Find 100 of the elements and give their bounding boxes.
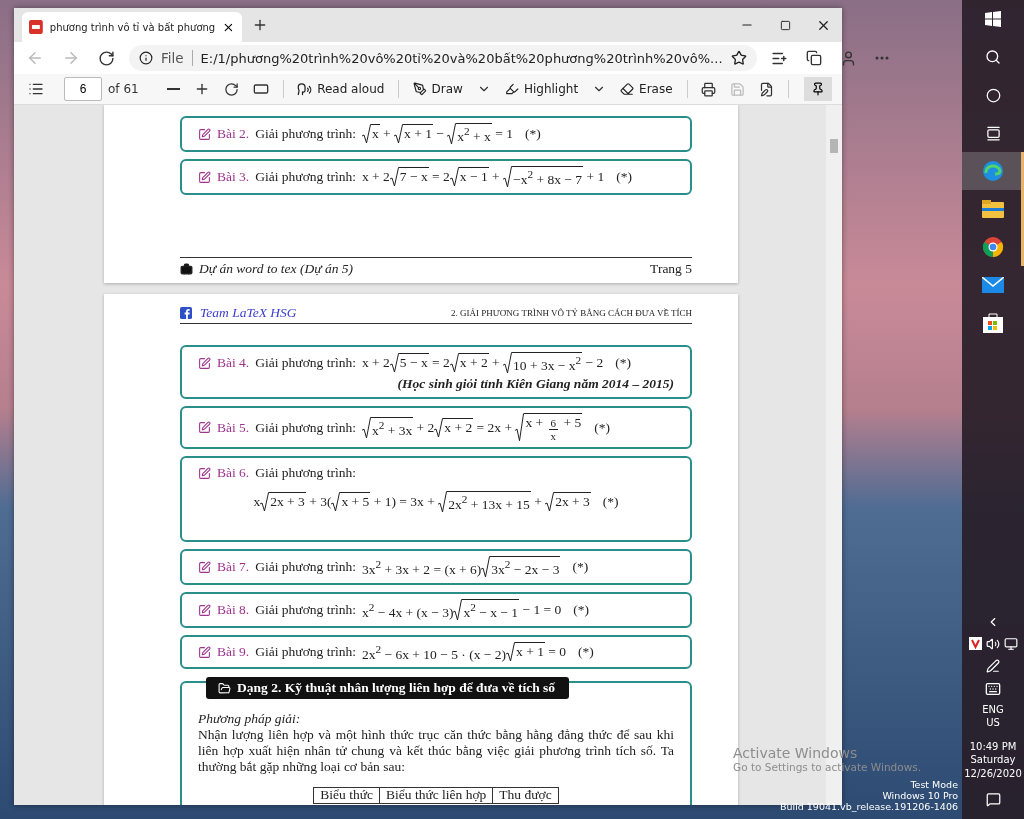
math-text: + [491, 355, 501, 372]
facebook-icon [180, 307, 192, 320]
minus-icon [166, 88, 180, 90]
math-text: + 1 [585, 169, 605, 186]
math-text: − [435, 126, 445, 142]
problem-label: Bài 6. [217, 465, 250, 482]
math-text: 10 + 3x − x$^{2}$ [512, 352, 583, 375]
scrollbar-thumb[interactable] [830, 139, 838, 153]
chapter-title: 2. GIẢI PHƯƠNG TRÌNH VÔ TỶ BẰNG CÁCH ĐƯA VỀ TÍCH [451, 308, 692, 319]
refresh-icon [98, 49, 115, 67]
math-text: = 0 [547, 644, 567, 661]
table-header: Biểu thức liên hợp [379, 787, 493, 804]
fraction: 6 x [548, 417, 559, 443]
read-aloud-button[interactable]: Read aloud [293, 77, 389, 101]
save-as-icon [758, 81, 774, 97]
page-number-field[interactable]: 6 [64, 77, 102, 101]
math-text: x$^{2}$ + x [456, 123, 492, 146]
math-text: 7 − x [398, 167, 429, 188]
keyboard-icon [985, 680, 1001, 697]
radical-sign [331, 492, 341, 513]
windows-logo-icon [985, 11, 1001, 27]
volume-icon[interactable] [985, 636, 1000, 651]
math-text: 2x$^{2}$ − 6x + 10 − 5 · (x − 2) [361, 642, 507, 663]
section-title: Dạng 2. Kỹ thuật nhân lượng liên hợp để đưa về tích số [206, 677, 570, 700]
math-text: 3x$^{2}$ − 2x − 3 [490, 556, 561, 579]
pencil-icon [198, 421, 211, 435]
star-icon[interactable] [730, 50, 747, 66]
problem-lead: Giải phương trình: [255, 169, 356, 186]
rotate-icon [223, 81, 239, 97]
math-text: 2x + 3 [269, 492, 306, 513]
math-text: 5 − x [398, 353, 429, 374]
page-number: Trang 5 [650, 261, 692, 278]
problem-lead: Giải phương trình: [255, 465, 356, 482]
problem-lead: Giải phương trình: [255, 126, 356, 142]
radical-sign [434, 417, 444, 438]
problem-source: (Học sinh giỏi tỉnh Kiên Giang năm 2014 – 2015) [396, 376, 674, 393]
radical-sign [449, 353, 459, 374]
store-bag-icon [983, 313, 1003, 333]
problem-lead: Giải phương trình: [255, 644, 356, 661]
radical-sign [361, 416, 371, 439]
test-mode-text: Test Mode [910, 779, 958, 790]
math-text: + [382, 126, 392, 142]
plus-icon [252, 17, 268, 33]
url-scheme: File [161, 50, 193, 66]
math-text: + 2 [415, 419, 435, 436]
pencil-icon [198, 560, 211, 574]
radical-sign [389, 353, 399, 374]
team-link[interactable]: Team LaTeX HSG [200, 305, 297, 322]
method-paragraph: Nhận lượng liên hợp và một hình thức trục căn thức bằng hằng đẳng thức để sau khi liên hợp xuất hiện nhân tử chung và kết thúc bằng việc giải phương trình tích số. Ta thường bắt gặp những loại cơ bản sau: [198, 727, 674, 776]
mail-icon [982, 277, 1004, 293]
math-text: x$^{2}$ − 4x + (x − 3) [361, 600, 454, 621]
equation-mark: (*) [602, 494, 619, 511]
equation-mark: (*) [578, 644, 594, 661]
collections-icon [805, 50, 822, 66]
problem-lead: Giải phương trình: [255, 355, 356, 372]
math-text: = 2x + [475, 419, 514, 436]
browser-tab[interactable]: phương trình vô tỉ và bất phương [22, 12, 242, 42]
math-text: = 2 [431, 355, 450, 372]
radical-sign [453, 599, 463, 622]
address-bar[interactable]: File E:/1/phương%20trình%20vô%20tỉ%20và%20bất%20phương%20trình%20vô%... [129, 45, 757, 71]
maximize-icon [779, 19, 791, 31]
equation-mark: (*) [572, 559, 589, 576]
radical-sign [481, 556, 491, 579]
math-text: + 1) = 3x + [372, 494, 436, 511]
language-button[interactable]: ENG US [980, 700, 1006, 732]
erase-button[interactable]: Erase [616, 78, 677, 100]
math-text: + [533, 494, 543, 511]
equation-mark: (*) [524, 126, 541, 142]
math-text: + 3( [308, 494, 332, 511]
search-icon [985, 49, 1001, 65]
save-icon [729, 81, 745, 97]
math-text: x + 2 [361, 169, 390, 186]
math-text: 2x + 3 [554, 492, 591, 513]
clock-button[interactable]: 10:49 PM Saturday 12/26/2020 [962, 737, 1024, 782]
highlight-button[interactable]: Highlight [500, 78, 583, 100]
problem-label: Bài 9. [217, 644, 250, 661]
draw-button[interactable]: Draw [408, 78, 467, 100]
problem-lead: Giải phương trình: [255, 419, 356, 436]
problem-label: Bài 2. [217, 126, 250, 142]
radical-sign [389, 167, 399, 188]
problem-lead: Giải phương trình: [255, 559, 356, 576]
network-icon[interactable] [1003, 636, 1018, 651]
math-text: − 1 = 0 [521, 602, 562, 619]
more-icon [874, 56, 889, 60]
radical-sign [438, 491, 448, 514]
radical-sign [503, 352, 513, 375]
pencil-icon [198, 356, 211, 370]
equation-mark: (*) [573, 602, 589, 619]
problem-label: Bài 5. [217, 419, 250, 436]
radical-sign [503, 166, 513, 189]
pin-icon [811, 82, 825, 96]
forward-arrow-icon [62, 49, 80, 67]
math-text: + 5 [562, 415, 582, 431]
math-text: x$^{2}$ − x − 1 [462, 599, 520, 622]
pen-icon [412, 82, 427, 96]
equation-mark: (*) [615, 355, 632, 372]
pencil-icon [198, 170, 211, 184]
pin-toolbar-button[interactable] [804, 77, 832, 101]
radical-sign [449, 167, 459, 188]
folder-icon [218, 681, 231, 695]
